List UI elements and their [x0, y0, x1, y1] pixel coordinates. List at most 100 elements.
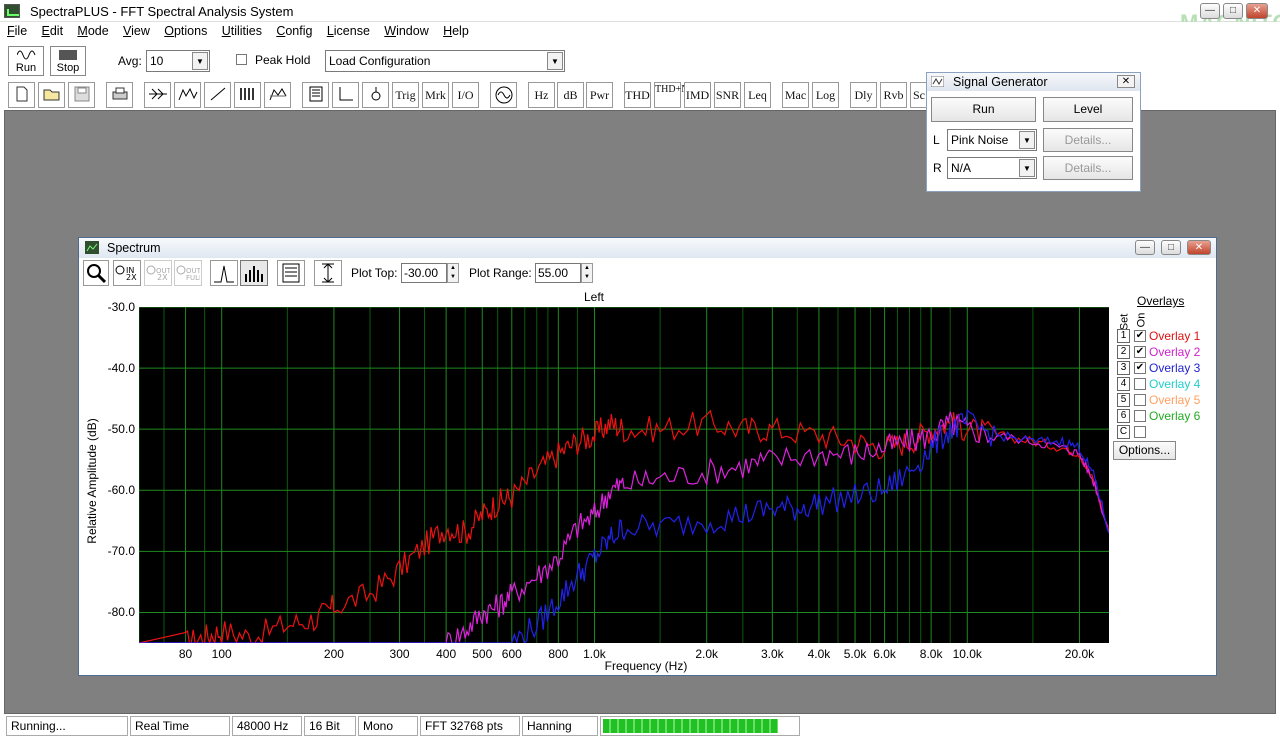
close-button[interactable]: ✕ — [1246, 3, 1268, 19]
calculator-button[interactable] — [302, 82, 329, 108]
sine-wave-icon — [495, 86, 512, 104]
zoom-button[interactable] — [83, 260, 109, 286]
menu-mode[interactable]: Mode — [70, 22, 112, 38]
save-icon — [74, 86, 89, 102]
zoom-full-button[interactable]: OUTFULL — [174, 260, 203, 286]
spectrum-minimize-button[interactable]: — — [1135, 240, 1155, 255]
right-details-button[interactable]: Details... — [1043, 156, 1133, 180]
thd-n-button[interactable]: THD+N — [654, 82, 688, 108]
spectrum-calculator-button[interactable] — [277, 260, 305, 286]
stop-button[interactable]: Stop — [50, 46, 86, 76]
trigger-button[interactable]: Trig — [392, 82, 419, 108]
overlay-set-button[interactable]: C — [1117, 425, 1130, 439]
menu-config[interactable]: Config — [269, 22, 316, 38]
scale-button[interactable] — [332, 82, 359, 108]
overlay-set-button[interactable]: 6 — [1117, 409, 1130, 423]
spectrum-plot — [138, 306, 1110, 646]
plot-top-input[interactable]: -30.00 — [401, 263, 447, 283]
close-icon[interactable]: ✕ — [1117, 75, 1135, 88]
plot-area[interactable] — [138, 306, 1110, 646]
io-button[interactable]: I/O — [452, 82, 479, 108]
overlay-set-button[interactable]: 1 — [1117, 329, 1130, 343]
plot-range-input[interactable]: 55.00 — [535, 263, 581, 283]
overlay-set-button[interactable]: 2 — [1117, 345, 1130, 359]
acoustic-button[interactable] — [362, 82, 389, 108]
calculator-icon — [282, 263, 300, 283]
overlay-checkbox[interactable]: ✔ — [1134, 346, 1146, 358]
signal-generator-button[interactable] — [490, 82, 517, 108]
open-file-button[interactable] — [38, 82, 65, 108]
overlay-checkbox[interactable] — [1134, 410, 1146, 422]
reverb-button[interactable]: Rvb — [880, 82, 907, 108]
menu-edit[interactable]: Edit — [35, 22, 68, 38]
3d-surface-button[interactable] — [264, 82, 291, 108]
menu-help[interactable]: Help — [436, 22, 473, 38]
right-signal-select[interactable]: N/A ▼ — [947, 157, 1037, 179]
app-icon[interactable] — [4, 4, 20, 18]
y-tick-label: -80.0 — [107, 605, 135, 620]
plot-range-spinner[interactable]: ▲ ▼ — [581, 263, 593, 283]
overlay-checkbox[interactable] — [1134, 378, 1146, 390]
delay-button[interactable]: Dly — [850, 82, 877, 108]
status-channels: Mono — [358, 716, 418, 736]
x-tick-label: 200 — [323, 647, 344, 661]
peak-hold-checkbox[interactable] — [236, 54, 247, 65]
generator-run-button[interactable]: Run — [931, 97, 1036, 122]
marker-button[interactable]: Mrk — [422, 82, 449, 108]
power-button[interactable]: Pwr — [586, 82, 613, 108]
run-label: Run — [15, 62, 37, 74]
autoscale-button[interactable] — [314, 260, 342, 286]
zoom-out-2x-button[interactable]: OUT 2X — [144, 260, 172, 286]
chevron-down-icon: ▼ — [1019, 131, 1035, 149]
spectrum-close-button[interactable]: ✕ — [1187, 240, 1211, 255]
x-tick-label: 3.0k — [761, 647, 784, 661]
maximize-button[interactable]: □ — [1223, 3, 1243, 19]
menu-window[interactable]: Window — [377, 22, 432, 38]
left-details-button[interactable]: Details... — [1043, 128, 1133, 152]
overlay-options-button[interactable]: Options... — [1113, 441, 1176, 460]
line-plot-button[interactable] — [210, 260, 238, 286]
bar-plot-button[interactable] — [240, 260, 268, 286]
config-select[interactable]: Load Configuration ▼ — [325, 50, 565, 72]
y-tick-label: -40.0 — [107, 361, 135, 376]
overlay-checkbox[interactable]: ✔ — [1134, 362, 1146, 374]
spectrum-view-button[interactable] — [174, 82, 201, 108]
left-signal-select[interactable]: Pink Noise ▼ — [947, 129, 1037, 151]
avg-select[interactable]: 10 ▼ — [146, 50, 210, 72]
new-file-button[interactable] — [8, 82, 35, 108]
x-tick-label: 600 — [501, 647, 522, 661]
spectrogram-button[interactable] — [234, 82, 261, 108]
menu-options[interactable]: Options — [157, 22, 211, 38]
overlay-checkbox[interactable]: ✔ — [1134, 330, 1146, 342]
overlay-set-button[interactable]: 4 — [1117, 377, 1130, 391]
imd-button[interactable]: IMD — [684, 82, 711, 108]
run-button[interactable]: Run — [8, 46, 44, 76]
macro-button[interactable]: Mac — [782, 82, 809, 108]
overlay-checkbox[interactable] — [1134, 426, 1146, 438]
config-value: Load Configuration — [329, 54, 431, 68]
log-button[interactable]: Log — [812, 82, 839, 108]
overlay-set-button[interactable]: 3 — [1117, 361, 1130, 375]
hz-button[interactable]: Hz — [528, 82, 555, 108]
menu-license[interactable]: License — [320, 22, 374, 38]
menu-utilities[interactable]: Utilities — [215, 22, 266, 38]
time-series-button[interactable] — [144, 82, 171, 108]
menu-view[interactable]: View — [116, 22, 154, 38]
save-button[interactable] — [68, 82, 95, 108]
menu-file[interactable]: File — [0, 22, 31, 38]
plot-top-spinner[interactable]: ▲ ▼ — [447, 263, 459, 283]
phase-button[interactable] — [204, 82, 231, 108]
print-button[interactable] — [106, 82, 133, 108]
zoom-in-2x-button[interactable]: IN 2X — [113, 260, 141, 286]
overlay-checkbox[interactable] — [1134, 394, 1146, 406]
spectrum-maximize-button[interactable]: □ — [1161, 240, 1181, 255]
status-fft: FFT 32768 pts — [420, 716, 520, 736]
leq-button[interactable]: Leq — [744, 82, 771, 108]
snr-button[interactable]: SNR — [714, 82, 741, 108]
minimize-button[interactable]: — — [1200, 3, 1220, 19]
x-axis-label: Frequency (Hz) — [604, 659, 688, 673]
overlay-set-button[interactable]: 5 — [1117, 393, 1130, 407]
generator-level-button[interactable]: Level — [1043, 97, 1133, 122]
thd-button[interactable]: THD — [624, 82, 651, 108]
db-button[interactable]: dB — [557, 82, 584, 108]
